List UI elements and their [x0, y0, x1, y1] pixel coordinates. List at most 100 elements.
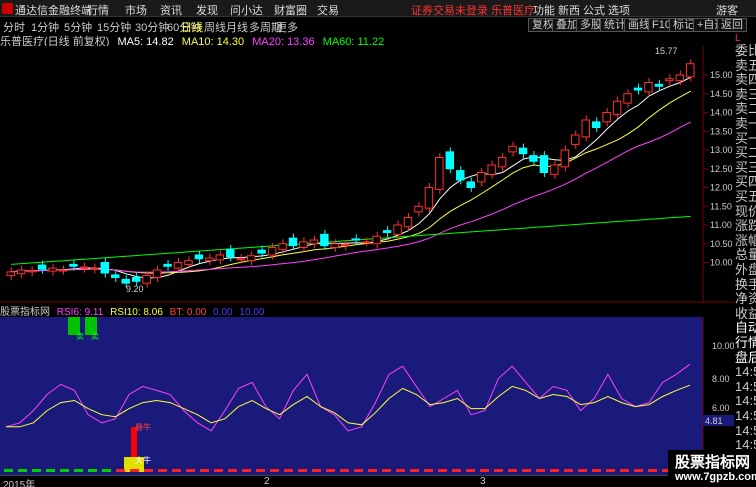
menu-new[interactable]: 新西: [558, 2, 580, 18]
quote-panel-label: 买五: [735, 189, 756, 204]
candle-body: [309, 239, 319, 245]
candle-body: [539, 155, 549, 173]
signal-baseline-segment: [452, 469, 461, 472]
rsi-axis-label: 8.00: [712, 374, 730, 384]
signal-baseline-segment: [298, 469, 307, 472]
candle-body: [518, 147, 528, 155]
price-axis-label: 12.00: [710, 183, 733, 193]
signal-baseline-segment: [228, 469, 237, 472]
candle-body: [90, 267, 99, 270]
quote-panel-label: 14:5: [735, 393, 756, 409]
candle-body: [529, 155, 538, 162]
candle-body: [320, 233, 329, 247]
signal-baseline-segment: [606, 469, 615, 472]
quote-panel-label: 14:5: [735, 408, 756, 423]
candle-body: [591, 121, 601, 128]
signal-baseline-segment: [396, 469, 405, 472]
candle-body: [27, 270, 36, 273]
candle-body: [435, 157, 444, 190]
candle-body: [623, 93, 632, 104]
menu-item-ask[interactable]: 问小达: [230, 2, 263, 18]
quote-panel: L 委比 卖五 卖四 卖三 卖二 卖一 买一 买二 买三 买四 买五 现价 涨跌 涨幅 总量 外盘 换手 净资 收益…: [734, 34, 756, 475]
signal-baseline-segment: [564, 469, 573, 472]
quote-panel-label[interactable]: 盘后: [735, 350, 756, 365]
candle-body: [58, 269, 68, 272]
candle-body: [131, 277, 141, 282]
watermark-url: www.7gpzb.com: [675, 471, 756, 483]
menu-item-discover[interactable]: 发现: [196, 2, 218, 18]
button-back[interactable]: 返回: [717, 18, 747, 32]
candle-body: [205, 257, 214, 262]
price-axis-label: 15.00: [710, 70, 733, 80]
quote-panel-label: 涨幅: [735, 232, 756, 248]
candle-body: [654, 83, 664, 87]
candle-body: [6, 271, 15, 277]
candle-body: [560, 149, 570, 168]
signal-baseline-segment: [214, 469, 223, 472]
date-axis-bar: 2015年 2 3: [0, 475, 756, 487]
candle-body: [288, 237, 298, 247]
kline-chart[interactable]: 15.00 14.50 14.00 13.50 13.00 12.50 12.00 11.50…: [0, 46, 734, 303]
candle-body: [173, 262, 183, 269]
candle-body: [581, 119, 590, 138]
candle-body: [550, 164, 559, 175]
login-notice: 证券交易未登录 乐普医疗: [411, 5, 536, 17]
menu-item-wealth[interactable]: 财富圈: [274, 2, 307, 18]
candle-body: [445, 151, 455, 170]
signal-baseline-segment: [508, 469, 517, 472]
signal-baseline-segment: [284, 469, 293, 472]
indicator-info-bar: 股票指标网 RSI6: 9.11 RSI10: 8.06 BT: 0.00 0.…: [0, 303, 703, 318]
candle-body: [612, 100, 622, 115]
price-axis-label: 13.50: [710, 126, 733, 136]
quote-panel-label: 现价: [735, 203, 756, 219]
menu-function[interactable]: 功能: [533, 2, 555, 18]
rsi-current-tag: 4.81: [705, 416, 723, 426]
quote-panel-label[interactable]: 自动: [735, 321, 756, 335]
signal-baseline-segment: [522, 469, 531, 472]
rsi-indicator-chart[interactable]: 卖卖暴牛大牛 10.008.006.002.00 4.81: [0, 317, 734, 475]
candle-body: [121, 278, 130, 284]
kline-high-label: 15.77: [655, 46, 678, 56]
quote-panel-label[interactable]: 行情: [735, 336, 756, 350]
price-axis-label: 14.00: [710, 108, 733, 118]
date-month-label: 3: [480, 476, 486, 487]
signal-baseline-segment: [382, 469, 391, 472]
candle-body: [152, 269, 162, 278]
sell-signal-label: 卖: [91, 332, 99, 341]
menu-item-quotes[interactable]: 行情: [87, 2, 109, 18]
signal-baseline-segment: [578, 469, 587, 472]
quote-panel-label: 买一: [735, 130, 756, 146]
menu-formula[interactable]: 公式: [583, 2, 605, 18]
signal-baseline-segment: [144, 469, 153, 472]
candle-body: [111, 274, 120, 278]
candle-body: [257, 249, 266, 254]
candle-body: [487, 164, 496, 175]
candle-body: [571, 134, 580, 145]
rsi-axis-label: 6.00: [712, 403, 730, 413]
quote-panel-label: 净资: [735, 291, 756, 307]
signal-baseline-segment: [60, 469, 69, 472]
price-axis-label: 10.00: [710, 258, 733, 268]
candle-body: [665, 78, 674, 82]
signal-baseline-segment: [368, 469, 377, 472]
signal-baseline-segment: [634, 469, 643, 472]
buy-signal-label: 大牛: [135, 455, 151, 465]
signal-baseline-segment: [466, 469, 475, 472]
menu-options[interactable]: 选项: [608, 2, 630, 18]
watermark-title: 股票指标网: [675, 454, 751, 471]
site-watermark: 股票指标网 www.7gpzb.com: [668, 450, 756, 487]
candle-body: [341, 244, 350, 247]
menu-guest[interactable]: 游客: [716, 2, 738, 18]
quote-panel-label: 14:5: [735, 378, 756, 394]
quote-panel-label: 涨跌: [735, 218, 756, 234]
quote-panel-label: 委比: [735, 43, 756, 58]
candle-body: [497, 157, 507, 168]
signal-baseline-segment: [200, 469, 209, 472]
menu-item-news[interactable]: 资讯: [160, 2, 182, 18]
menu-item-market[interactable]: 市场: [125, 2, 147, 18]
signal-baseline-segment: [18, 469, 27, 472]
signal-baseline-segment: [340, 469, 349, 472]
menu-item-trade[interactable]: 交易: [317, 2, 339, 18]
candle-body: [393, 224, 402, 235]
candle-body: [226, 248, 235, 258]
